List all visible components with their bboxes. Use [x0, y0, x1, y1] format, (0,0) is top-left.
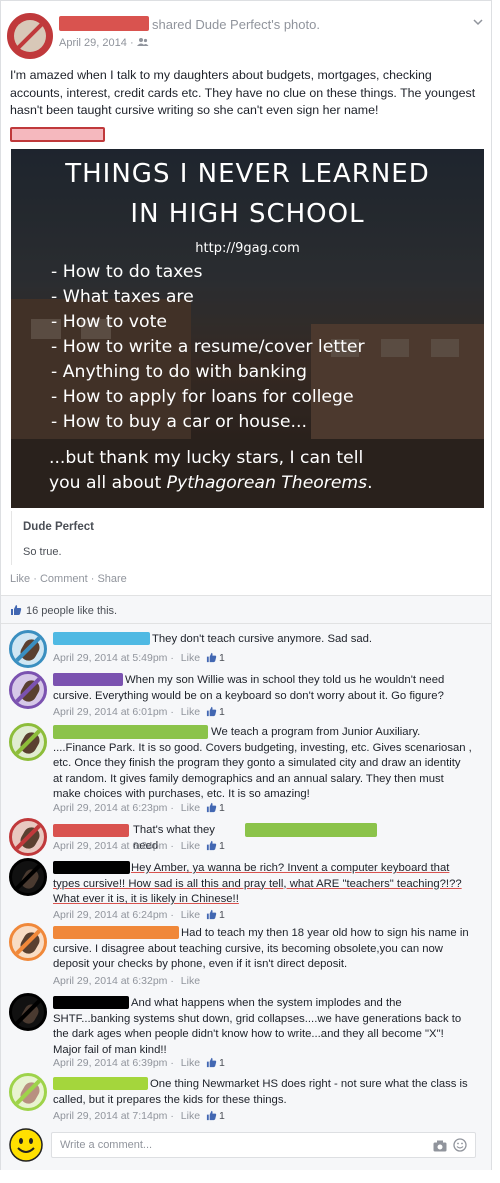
comment-like-count[interactable]: 1	[219, 706, 225, 718]
divider	[1, 595, 491, 596]
comment-text: One thing Newmarket HS does right - not …	[53, 1078, 468, 1106]
meme-list-item: - What taxes are	[51, 287, 194, 307]
comment-text: Had to teach my then 18 year old how to …	[53, 927, 469, 970]
meme-list-item: - How to buy a car or house...	[51, 412, 307, 432]
commenter-avatar[interactable]	[9, 858, 47, 896]
thumbs-up-icon	[206, 706, 217, 720]
comment-timestamp[interactable]: April 29, 2014 at 5:49pm	[53, 652, 167, 664]
meme-title-line2: IN HIGH SCHOOL	[130, 199, 365, 229]
write-comment-row: Write a comment...	[9, 1128, 484, 1162]
comment-text: When my son Willie was in school they to…	[53, 674, 445, 702]
commenter-name-redacted[interactable]	[53, 632, 150, 645]
commenter-avatar[interactable]	[9, 923, 47, 961]
comment-like-link[interactable]: Like	[181, 909, 200, 921]
thumbs-up-icon	[206, 802, 217, 816]
meme-list-item: - Anything to do with banking	[51, 362, 307, 382]
comment-like-link[interactable]: Like	[181, 975, 200, 987]
emoji-icon[interactable]	[453, 1138, 467, 1157]
source-description: So true.	[23, 546, 62, 558]
comment-timestamp[interactable]: April 29, 2014 at 6:32pm	[53, 975, 167, 987]
comment-timestamp[interactable]: April 29, 2014 at 7:14pm	[53, 1110, 167, 1122]
share-button[interactable]: Share	[97, 573, 126, 585]
comment-meta: April 29, 2014 at 6:39pm · Like 1	[53, 1057, 225, 1071]
thumbs-up-icon	[206, 909, 217, 923]
thumbs-up-icon	[206, 652, 217, 666]
comment-text: And what happens when the system implode…	[53, 997, 462, 1056]
meme-list-item: - How to write a resume/cover letter	[51, 337, 365, 357]
post-meta: April 29, 2014 ·	[59, 37, 149, 50]
comment-like-link[interactable]: Like	[181, 652, 200, 664]
comment-input-placeholder: Write a comment...	[60, 1139, 153, 1151]
likes-count-text: 16 people like this.	[26, 605, 118, 617]
mentioned-name-redacted[interactable]	[245, 823, 377, 837]
thumbs-up-icon	[206, 1110, 217, 1124]
comment-text: They don't teach cursive anymore. Sad sa…	[152, 633, 373, 645]
chevron-down-icon[interactable]	[472, 15, 484, 27]
comment-like-count[interactable]: 1	[219, 802, 225, 814]
post-body: I'm amazed when I talk to my daughters a…	[10, 68, 476, 117]
shared-source: Dude Perfect So true.	[11, 511, 485, 565]
source-name[interactable]: Dude Perfect	[23, 521, 94, 533]
friends-icon	[136, 37, 149, 50]
thumbs-up-icon	[206, 1057, 217, 1071]
likes-summary[interactable]: 16 people like this.	[10, 604, 117, 619]
meme-title-line1: THINGS I NEVER LEARNED	[65, 159, 430, 189]
thumbs-up-icon	[206, 840, 217, 854]
meme-footer: ...but thank my lucky stars, I can tell …	[49, 446, 469, 496]
commenter-avatar[interactable]	[9, 993, 47, 1031]
comment-like-link[interactable]: Like	[181, 1110, 200, 1122]
post-date[interactable]: April 29, 2014	[59, 37, 127, 49]
facebook-post: shared Dude Perfect's photo. April 29, 2…	[0, 0, 492, 1170]
comment-text: We teach a program from Junior Auxiliary…	[53, 726, 472, 800]
comment-meta: April 29, 2014 at 6:24pm · Like 1	[53, 909, 225, 923]
commenter-avatar[interactable]	[9, 818, 47, 856]
comment-like-link[interactable]: Like	[181, 706, 200, 718]
smiley-avatar	[9, 1128, 43, 1162]
commenter-avatar[interactable]	[9, 723, 47, 761]
commenter-avatar[interactable]	[9, 630, 47, 668]
tagged-name-redacted[interactable]	[10, 127, 105, 142]
poster-name-redacted[interactable]	[59, 16, 149, 31]
meme-url: http://9gag.com	[195, 241, 300, 256]
commenter-name-redacted[interactable]	[53, 824, 129, 837]
comment-meta: April 29, 2014 at 7:14pm · Like 1	[53, 1110, 225, 1124]
post-actions: Like · Comment · Share	[10, 573, 127, 585]
shared-text: shared Dude Perfect's photo.	[152, 17, 320, 32]
comment-like-link[interactable]: Like	[181, 802, 200, 814]
thumbs-up-icon	[10, 604, 22, 619]
meme-list-item: - How to do taxes	[51, 262, 203, 282]
comment-button[interactable]: Comment	[40, 573, 88, 585]
comment-meta: April 29, 2014 at 6:24pm · Like 1	[53, 840, 225, 854]
meme-footer-line1: ...but thank my lucky stars, I can tell	[49, 448, 364, 468]
comment-like-count[interactable]: 1	[219, 1057, 225, 1069]
comment-meta: April 29, 2014 at 6:23pm · Like 1	[53, 802, 225, 816]
comment-timestamp[interactable]: April 29, 2014 at 6:39pm	[53, 1057, 167, 1069]
commenter-avatar[interactable]	[9, 1073, 47, 1111]
comment-like-link[interactable]: Like	[181, 1057, 200, 1069]
comment-input[interactable]: Write a comment...	[51, 1132, 476, 1158]
comment-like-count[interactable]: 1	[219, 1110, 225, 1122]
comment-like-link[interactable]: Like	[181, 840, 200, 852]
meme-list-item: - How to vote	[51, 312, 167, 332]
meme-footer-line2: you all about Pythagorean Theorems.	[49, 473, 373, 493]
comment-like-count[interactable]: 1	[219, 840, 225, 852]
camera-icon[interactable]	[433, 1139, 447, 1157]
comment-timestamp[interactable]: April 29, 2014 at 6:24pm	[53, 840, 167, 852]
divider	[1, 623, 491, 624]
meme-image[interactable]: THINGS I NEVER LEARNED IN HIGH SCHOOL ht…	[11, 149, 484, 508]
commenter-avatar[interactable]	[9, 671, 47, 709]
comment-timestamp[interactable]: April 29, 2014 at 6:01pm	[53, 706, 167, 718]
comment-text: Hey Amber, ya wanna be rich? Invent a co…	[53, 862, 462, 905]
like-button[interactable]: Like	[10, 573, 30, 585]
comment-meta: April 29, 2014 at 5:49pm · Like 1	[53, 652, 225, 666]
comment-timestamp[interactable]: April 29, 2014 at 6:24pm	[53, 909, 167, 921]
comment-like-count[interactable]: 1	[219, 652, 225, 664]
poster-avatar[interactable]	[7, 13, 53, 59]
comment-timestamp[interactable]: April 29, 2014 at 6:23pm	[53, 802, 167, 814]
meme-list-item: - How to apply for loans for college	[51, 387, 354, 407]
comment-meta: April 29, 2014 at 6:32pm · Like	[53, 975, 201, 987]
comment-like-count[interactable]: 1	[219, 909, 225, 921]
comment-meta: April 29, 2014 at 6:01pm · Like 1	[53, 706, 225, 720]
